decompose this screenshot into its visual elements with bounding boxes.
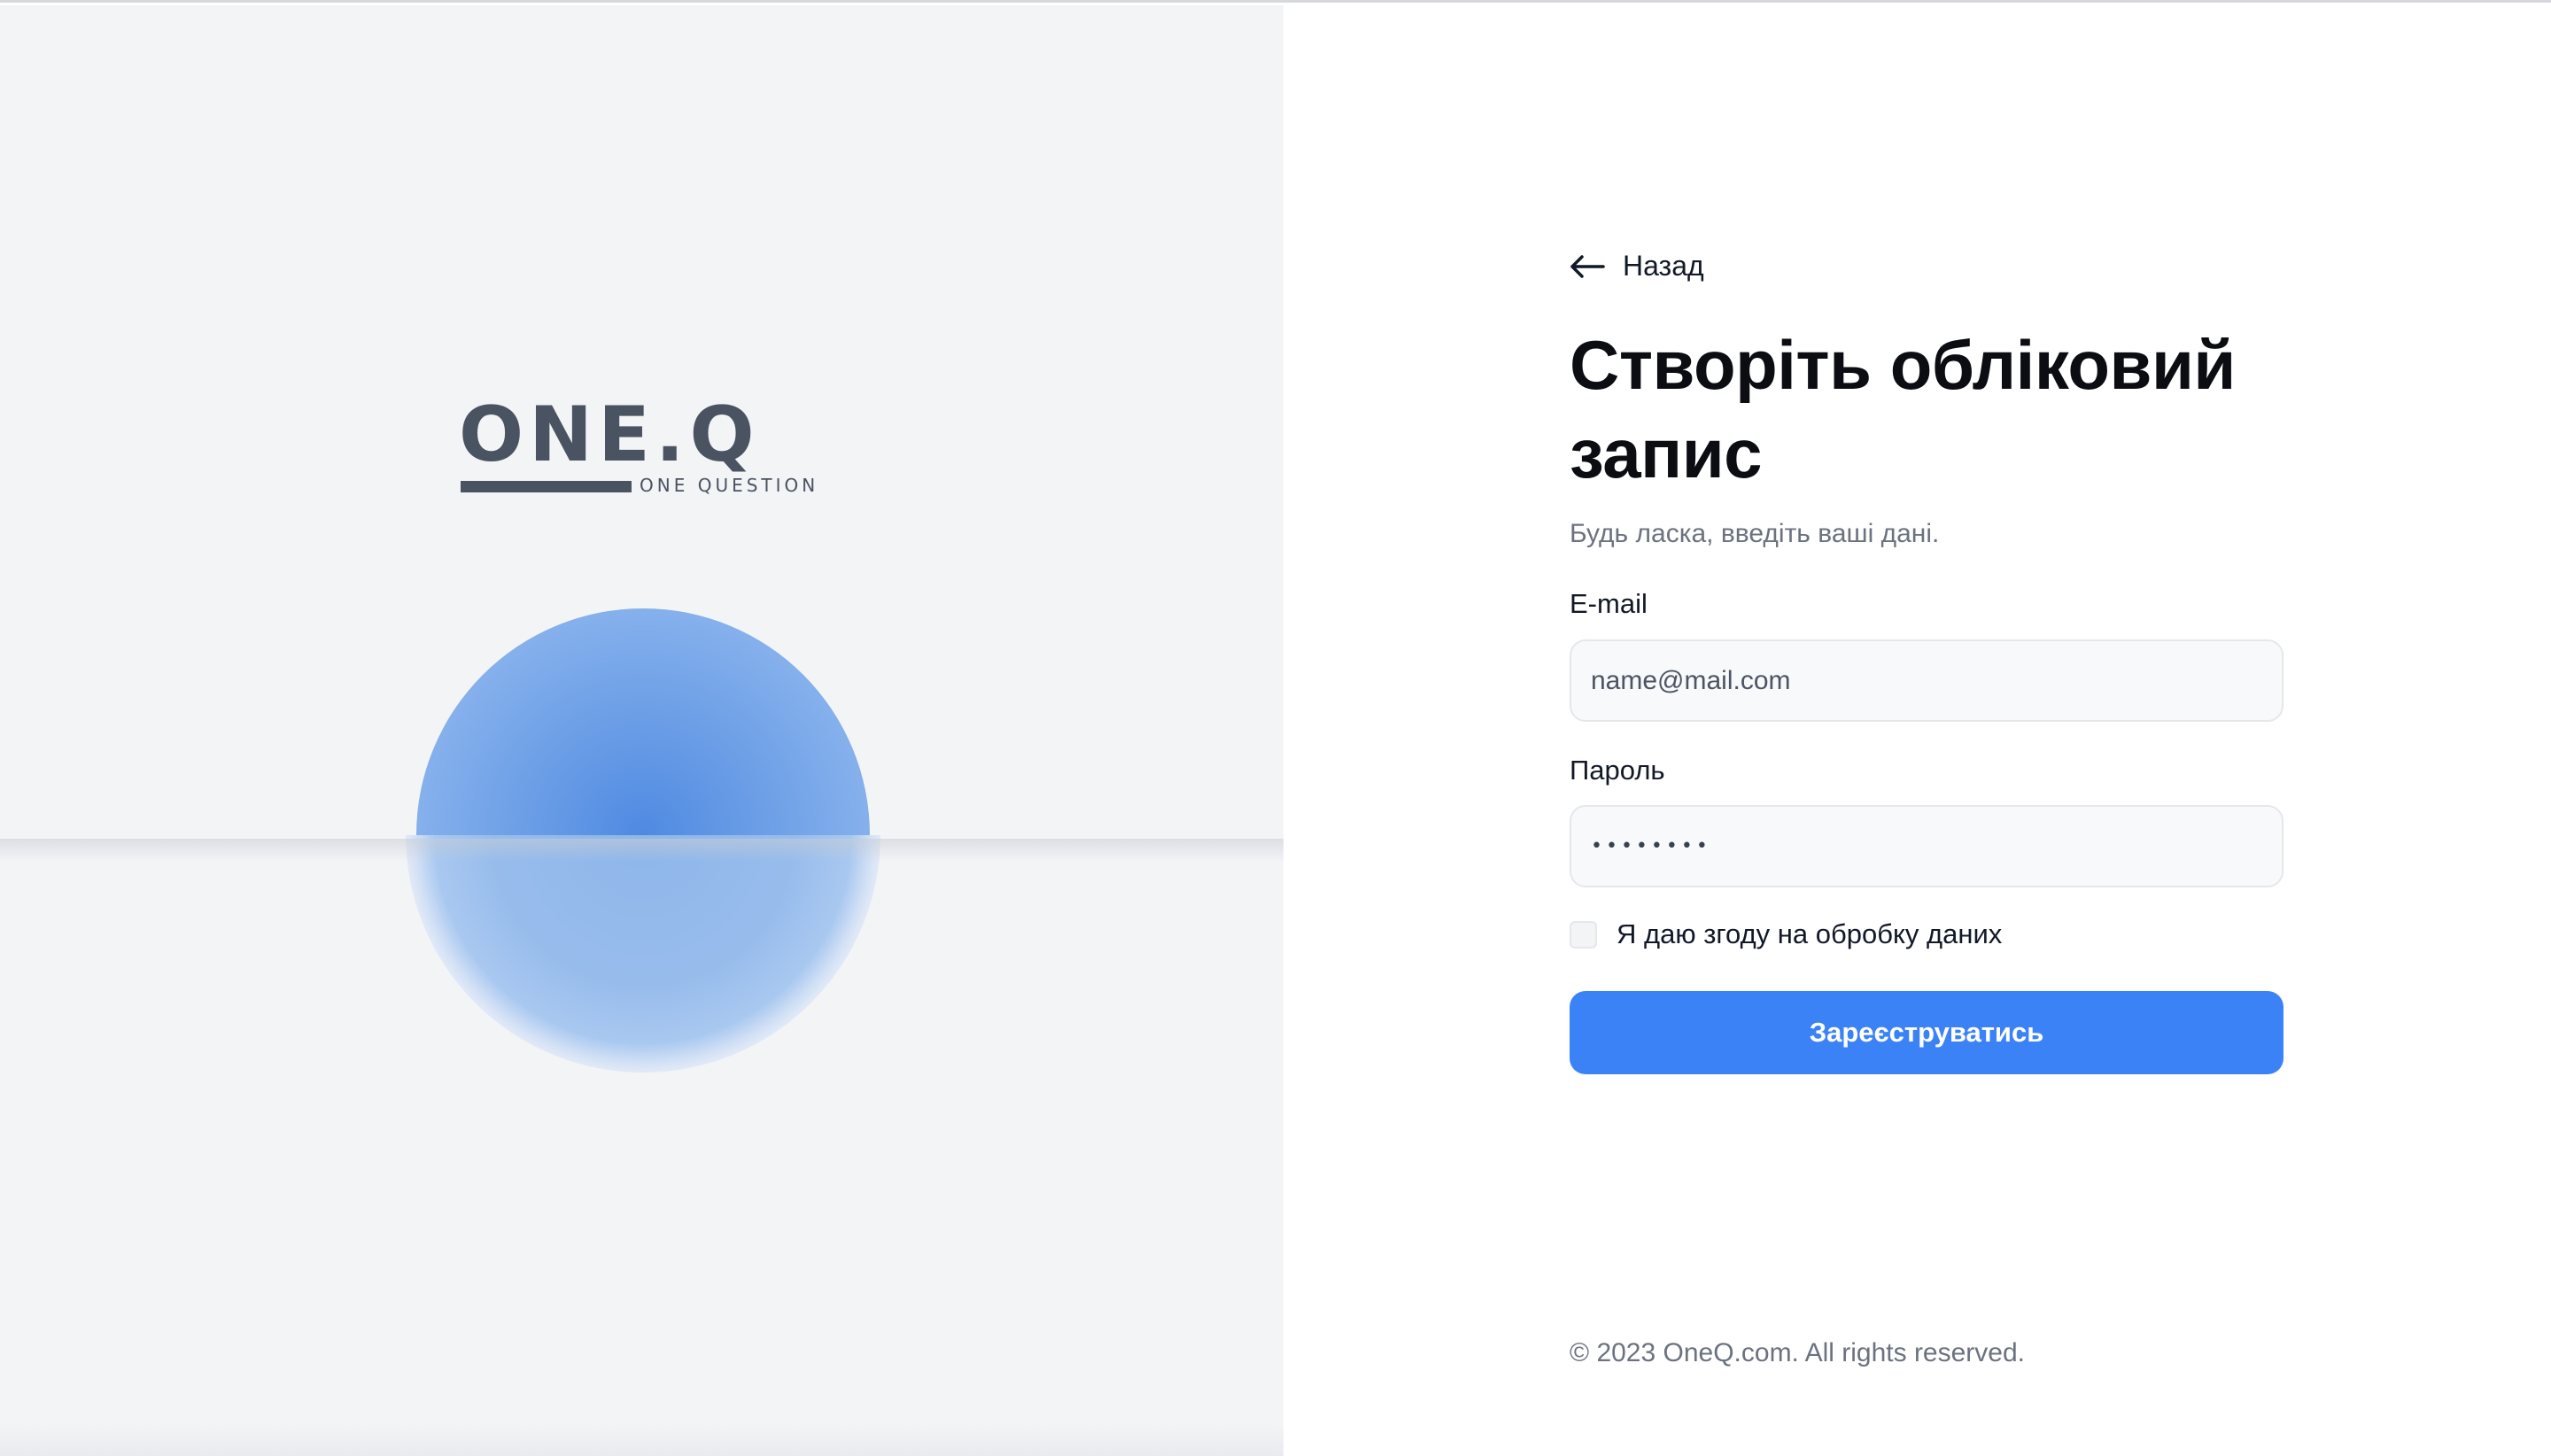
page-title: Створіть обліковий запис: [1570, 326, 2236, 492]
back-link[interactable]: Назад: [1570, 250, 1704, 283]
brand-logo: ONE.Q ONE QUESTION: [459, 397, 831, 503]
email-label: E-mail: [1570, 588, 1648, 619]
horizon-shadow: [0, 839, 1283, 862]
logo-wordmark: ONE.Q: [459, 391, 760, 479]
logo-tagline: ONE QUESTION: [640, 475, 819, 496]
arrow-left-icon: [1570, 254, 1605, 278]
signup-panel: Назад Створіть обліковий запис Будь ласк…: [1283, 5, 2551, 1456]
register-button[interactable]: Зареєструватись: [1570, 991, 2283, 1074]
back-label: Назад: [1623, 250, 1704, 282]
bottom-fade: [0, 1423, 1283, 1456]
consent-checkbox[interactable]: [1570, 920, 1597, 949]
password-label: Пароль: [1570, 755, 1665, 786]
consent-row[interactable]: Я даю згоду на обробку даних: [1570, 918, 2002, 950]
page-subtitle: Будь ласка, введіть ваші дані.: [1570, 519, 1940, 548]
email-field[interactable]: [1570, 639, 2283, 722]
page: ONE.Q ONE QUESTION Назад Створіть обліко…: [0, 0, 2551, 1456]
logo-underline: [461, 481, 632, 492]
hero-panel: ONE.Q ONE QUESTION: [0, 5, 1283, 1456]
copyright-text: © 2023 OneQ.com. All rights reserved.: [1570, 1338, 2025, 1367]
password-field[interactable]: [1570, 805, 2283, 887]
consent-label: Я даю згоду на обробку даних: [1617, 918, 2003, 949]
